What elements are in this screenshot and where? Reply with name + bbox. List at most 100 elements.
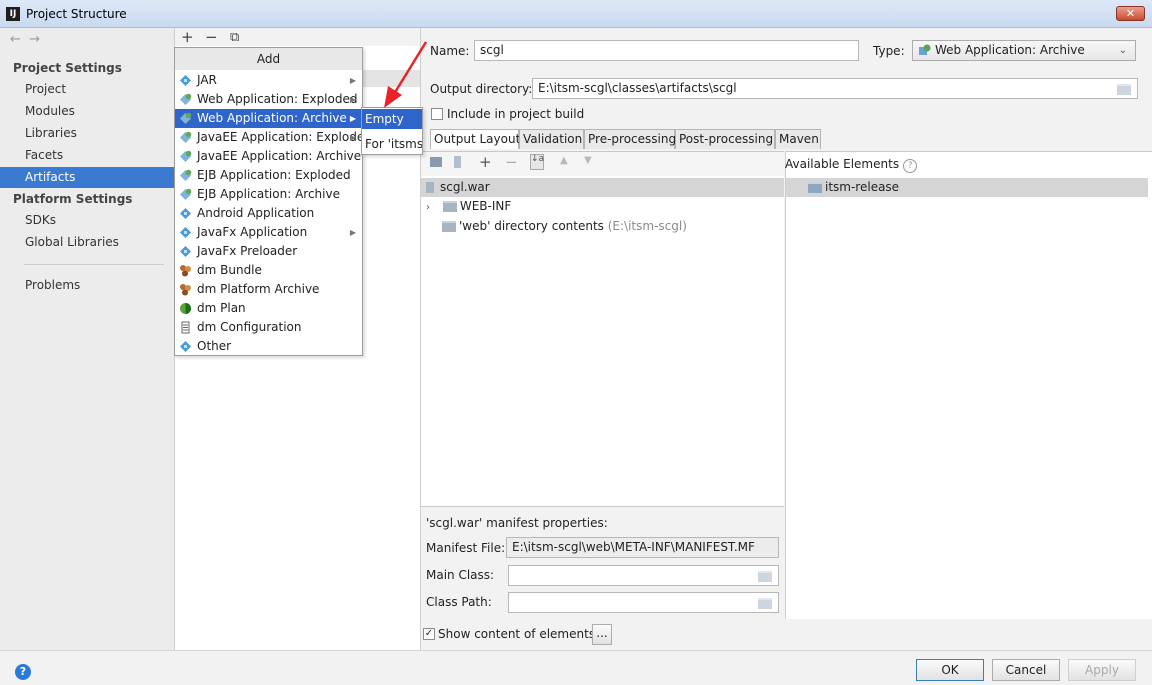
dm-config-icon — [181, 321, 190, 334]
tab-post-processing[interactable]: Post-processing — [675, 129, 775, 149]
include-in-build-label: Include in project build — [447, 107, 585, 121]
folder-browse-icon[interactable] — [758, 571, 772, 582]
nav-item-sdks[interactable]: SDKs — [0, 210, 174, 231]
tree-row-root[interactable]: scgl.war — [421, 178, 784, 197]
submenu-item-empty[interactable]: Empty — [362, 109, 422, 129]
web-archive-submenu: Empty For 'itsms' — [361, 107, 423, 155]
add-copy-icon[interactable]: + — [479, 153, 492, 171]
menu-item-ejb-application-exploded[interactable]: EJB Application: Exploded — [175, 166, 362, 185]
javafx-icon — [180, 227, 191, 238]
tab-pre-processing[interactable]: Pre-processing — [584, 129, 676, 149]
ok-button[interactable]: OK — [916, 659, 984, 681]
nav-item-facets[interactable]: Facets — [0, 145, 174, 166]
menu-item-label: JavaFx Application — [197, 225, 308, 239]
add-artifact-menu: Add JAR ▶ Web Application: Exploded ▶ Web Ap… — [174, 47, 372, 356]
back-arrow-icon[interactable]: ← — [10, 32, 21, 47]
folder-browse-icon[interactable] — [758, 598, 772, 609]
nav-item-modules[interactable]: Modules — [0, 101, 174, 122]
expand-chevron-icon[interactable]: › — [421, 198, 435, 217]
submenu-arrow-icon: ▶ — [349, 114, 356, 123]
menu-item-dm-configuration[interactable]: dm Configuration — [175, 318, 362, 337]
tab-output-layout[interactable]: Output Layout — [430, 129, 520, 149]
menu-item-ejb-application-archive[interactable]: EJB Application: Archive — [175, 185, 362, 204]
dm-plan-icon — [180, 303, 191, 314]
red-annotation-arrow — [384, 41, 428, 108]
menu-item-other[interactable]: Other — [175, 337, 362, 356]
menu-item-label: JavaEE Application: Exploded — [197, 130, 372, 144]
output-directory-label: Output directory: — [430, 82, 533, 96]
folder-icon — [442, 221, 456, 232]
dm-platform-icon — [180, 284, 191, 296]
move-up-icon[interactable]: ▲ — [560, 155, 568, 166]
forward-arrow-icon[interactable]: → — [29, 32, 40, 47]
ejb-icon — [180, 169, 192, 181]
cancel-button[interactable]: Cancel — [992, 659, 1060, 681]
menu-item-dm-platform-archive[interactable]: dm Platform Archive — [175, 280, 362, 299]
move-down-icon[interactable]: ▼ — [584, 155, 592, 166]
sort-elements-icon[interactable]: ↓a — [530, 154, 544, 170]
manifest-file-input[interactable]: E:\itsm-scgl\web\META-INF\MANIFEST.MF — [506, 537, 779, 558]
submenu-item-for-itsms[interactable]: For 'itsms' — [362, 134, 422, 154]
menu-item-android-application[interactable]: Android Application — [175, 204, 362, 223]
manifest-file-label: Manifest File: — [426, 541, 506, 555]
available-elements-label: Available Elements — [785, 157, 900, 171]
output-directory-input[interactable]: E:\itsm-scgl\classes\artifacts\scgl — [532, 78, 1138, 99]
menu-item-dm-bundle[interactable]: dm Bundle — [175, 261, 362, 280]
tree-row-web-directory[interactable]: 'web' directory contents (E:\itsm-scgl) — [442, 217, 687, 236]
artifact-type-select[interactable]: Web Application: Archive ⌄ — [912, 40, 1136, 61]
nav-back-forward-arrows[interactable]: ← → — [10, 32, 40, 47]
folder-icon — [442, 201, 457, 212]
create-archive-icon[interactable] — [454, 156, 461, 168]
copy-artifact-button[interactable]: ⧉ — [230, 30, 239, 45]
add-artifact-button[interactable]: + — [181, 28, 194, 46]
name-label: Name: — [430, 44, 470, 58]
nav-item-libraries[interactable]: Libraries — [0, 123, 174, 144]
menu-item-web-application-archive[interactable]: Web Application: Archive ▶ — [175, 109, 362, 128]
show-content-checkbox[interactable]: ✓ — [423, 628, 435, 640]
ejb-icon — [180, 188, 192, 200]
new-directory-icon[interactable] — [430, 157, 442, 167]
remove-element-icon[interactable]: − — [505, 153, 518, 171]
show-content-more-button[interactable]: ... — [592, 624, 612, 645]
folder-browse-icon[interactable] — [1117, 84, 1131, 95]
tab-maven[interactable]: Maven — [775, 129, 821, 149]
other-icon — [180, 341, 191, 352]
nav-item-artifacts[interactable]: Artifacts — [0, 167, 174, 188]
chevron-down-icon: ⌄ — [1118, 45, 1127, 56]
nav-item-global-libraries[interactable]: Global Libraries — [0, 232, 174, 253]
output-layout-toolbar: + − ↓a ▲ ▼ — [421, 152, 784, 176]
tab-validation[interactable]: Validation — [519, 129, 584, 149]
type-label: Type: — [873, 44, 905, 58]
menu-item-javaee-application-exploded[interactable]: JavaEE Application: Exploded ▶ — [175, 128, 372, 147]
main-class-input[interactable] — [508, 565, 779, 586]
artifact-name-input[interactable]: scgl — [474, 40, 859, 61]
menu-item-javaee-application-archive[interactable]: JavaEE Application: Archive — [175, 147, 362, 166]
module-folder-icon — [808, 182, 822, 193]
platform-settings-header: Platform Settings — [13, 192, 133, 206]
apply-button[interactable]: Apply — [1068, 659, 1136, 681]
help-icon[interactable]: ? — [15, 664, 31, 680]
intellij-app-icon: IJ — [6, 7, 20, 21]
project-settings-header: Project Settings — [13, 61, 122, 75]
menu-item-label: JAR — [197, 73, 217, 87]
menu-item-javafx-application[interactable]: JavaFx Application ▶ — [175, 223, 362, 242]
available-item-itsm-release[interactable]: itsm-release — [786, 178, 1148, 197]
artifact-type-value: Web Application: Archive — [935, 43, 1085, 57]
available-item-label: itsm-release — [825, 180, 900, 194]
close-window-button[interactable]: ✕ — [1116, 6, 1145, 21]
android-icon — [180, 208, 191, 219]
tree-web-directory-label: 'web' directory contents — [459, 219, 604, 233]
menu-item-javafx-preloader[interactable]: JavaFx Preloader — [175, 242, 362, 261]
remove-artifact-button[interactable]: − — [205, 28, 218, 46]
tree-row-web-inf[interactable]: › WEB-INF — [421, 197, 511, 216]
menu-item-label: Other — [197, 339, 232, 353]
menu-item-dm-plan[interactable]: dm Plan — [175, 299, 362, 318]
class-path-input[interactable] — [508, 592, 779, 613]
nav-item-problems[interactable]: Problems — [0, 275, 174, 296]
help-icon[interactable]: ? — [903, 159, 918, 173]
menu-item-jar[interactable]: JAR ▶ — [175, 71, 362, 90]
nav-item-project[interactable]: Project — [0, 79, 174, 100]
web-icon — [180, 93, 192, 105]
include-in-build-checkbox[interactable] — [431, 108, 443, 120]
menu-item-web-application-exploded[interactable]: Web Application: Exploded ▶ — [175, 90, 362, 109]
